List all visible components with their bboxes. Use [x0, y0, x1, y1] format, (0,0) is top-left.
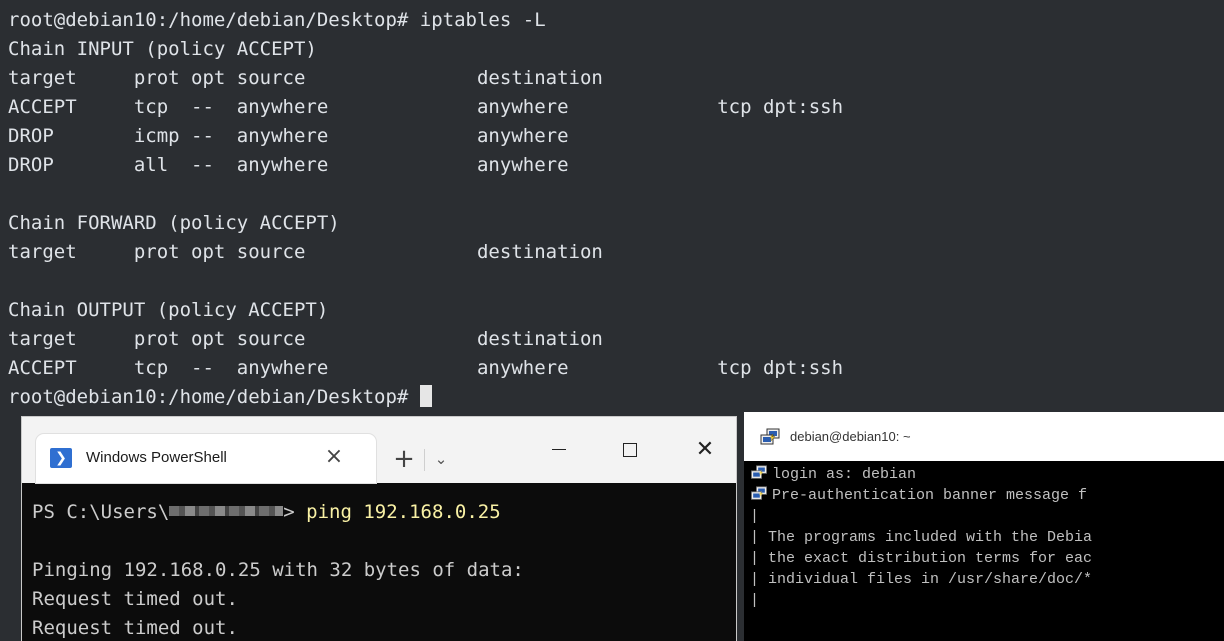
tab-title: Windows PowerShell	[86, 449, 227, 466]
putty-line: Pre-authentication banner message f	[750, 485, 1092, 506]
chevron-down-icon[interactable]: ⌄	[430, 445, 452, 473]
tab-close-button[interactable]: ×	[322, 444, 346, 470]
powershell-window[interactable]: ❯ Windows PowerShell × + ⌄ ✕ PS C:\Users…	[22, 417, 736, 641]
powershell-line: Request timed out.	[32, 617, 238, 639]
putty-line: | The programs included with the Debia	[750, 527, 1092, 548]
putty-line-text: Pre-authentication banner message f	[772, 487, 1088, 504]
powershell-line: Request timed out.	[32, 588, 238, 610]
terminal-line: target prot opt source destination	[8, 241, 603, 263]
terminal-line: DROP icmp -- anywhere anywhere	[8, 125, 569, 147]
putty-line: | individual files in /usr/share/doc/*	[750, 569, 1092, 590]
redacted-username	[169, 506, 284, 516]
close-button[interactable]: ✕	[682, 435, 728, 465]
putty-line: | the exact distribution terms for eac	[750, 548, 1092, 569]
terminal-line: DROP all -- anywhere anywhere	[8, 154, 569, 176]
minimize-icon	[552, 449, 566, 450]
putty-titlebar[interactable]: debian@debian10: ~	[744, 412, 1224, 461]
terminal-prompt-line[interactable]: root@debian10:/home/debian/Desktop#	[8, 383, 843, 412]
terminal-line: Chain INPUT (policy ACCEPT)	[8, 38, 317, 60]
putty-line-text: | The programs included with the Debia	[750, 529, 1093, 546]
putty-line-text: | the exact distribution terms for eac	[750, 550, 1093, 567]
tab-bar: ❯ Windows PowerShell × + ⌄ ✕	[22, 417, 736, 483]
terminal-line: ACCEPT tcp -- anywhere anywhere tcp dpt:…	[8, 357, 844, 379]
text-cursor	[419, 385, 432, 407]
putty-icon	[760, 428, 780, 445]
maximize-icon	[623, 443, 637, 457]
powershell-icon: ❯	[50, 448, 72, 468]
putty-line-text: |	[750, 508, 760, 525]
putty-icon	[750, 465, 768, 480]
powershell-prompt-line: PS C:\Users\ > ping 192.168.0.25	[32, 498, 524, 527]
putty-line-text: | individual files in /usr/share/doc/*	[750, 571, 1093, 588]
terminal-line: root@debian10:/home/debian/Desktop# ipta…	[8, 9, 546, 31]
powershell-line	[32, 527, 524, 556]
tab-windows-powershell[interactable]: ❯ Windows PowerShell ×	[36, 434, 376, 483]
putty-line: |	[750, 590, 1092, 611]
terminal-line: Chain FORWARD (policy ACCEPT)	[8, 212, 340, 234]
divider	[424, 449, 425, 471]
terminal-prompt: root@debian10:/home/debian/Desktop#	[8, 386, 420, 408]
terminal-line: target prot opt source destination	[8, 328, 603, 350]
new-tab-button[interactable]: +	[390, 445, 418, 473]
putty-title: debian@debian10: ~	[790, 429, 911, 444]
putty-window[interactable]: debian@debian10: ~ login as: debian Pre-a…	[744, 412, 1224, 641]
terminal-line: target prot opt source destination	[8, 67, 603, 89]
putty-output: login as: debian Pre-authentication banne…	[750, 464, 1092, 611]
terminal-output: root@debian10:/home/debian/Desktop# ipta…	[8, 6, 843, 412]
prompt-prefix: PS C:\Users\	[32, 501, 170, 523]
powershell-line: Pinging 192.168.0.25 with 32 bytes of da…	[32, 559, 524, 581]
putty-line-text: login as: debian	[772, 466, 917, 483]
minimize-button[interactable]	[536, 435, 582, 465]
putty-icon	[750, 486, 768, 501]
putty-line: |	[750, 506, 1092, 527]
maximize-button[interactable]	[607, 435, 653, 465]
putty-line: login as: debian	[750, 464, 1092, 485]
terminal-line: ACCEPT tcp -- anywhere anywhere tcp dpt:…	[8, 96, 844, 118]
terminal-line: Chain OUTPUT (policy ACCEPT)	[8, 299, 329, 321]
prompt-suffix: >	[283, 501, 307, 523]
putty-line-text: |	[750, 592, 760, 609]
powershell-output: PS C:\Users\ > ping 192.168.0.25 Pinging …	[32, 498, 524, 641]
ping-command: ping 192.168.0.25	[306, 501, 501, 523]
